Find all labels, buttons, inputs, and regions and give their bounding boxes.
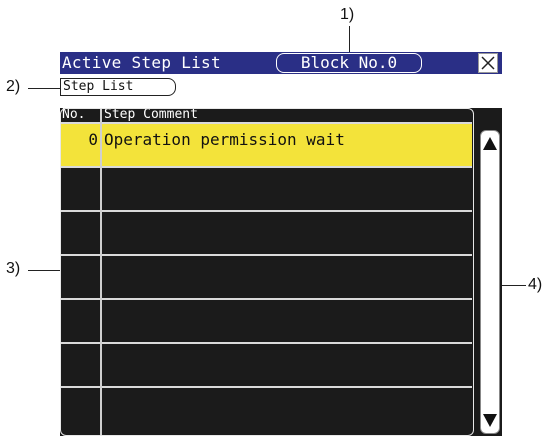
close-icon (481, 56, 495, 70)
step-table: No. Step Comment 0 Operation permission … (60, 108, 502, 436)
callout-2: 2) (6, 78, 21, 95)
table-row[interactable] (60, 166, 472, 210)
column-divider (100, 108, 102, 436)
callout-3-leader (28, 270, 60, 271)
callout-3: 3) (6, 260, 21, 277)
table-row[interactable] (60, 298, 472, 342)
table-row[interactable] (60, 386, 472, 430)
row-no: 0 (88, 130, 98, 149)
callout-2-leader (28, 88, 60, 89)
scroll-up-arrow-icon (483, 137, 497, 150)
callout-4-leader (502, 285, 526, 286)
scroll-up-button[interactable] (482, 133, 498, 155)
table-row[interactable]: 0 Operation permission wait (60, 122, 472, 166)
block-number-display: Block No.0 (276, 53, 422, 73)
header-no: No. (62, 107, 86, 122)
title-bar: Active Step List Block No.0 (60, 52, 502, 74)
table-row[interactable] (60, 210, 472, 254)
callout-1: 1) (340, 6, 355, 23)
step-list-tab[interactable]: Step List (60, 78, 176, 96)
active-step-list-window: Active Step List Block No.0 Step List No… (60, 52, 502, 436)
row-comment: Operation permission wait (104, 130, 345, 149)
scroll-down-button[interactable] (482, 409, 498, 431)
table-row[interactable] (60, 254, 472, 298)
scroll-down-arrow-icon (483, 414, 497, 427)
table-row[interactable] (60, 342, 472, 386)
window-title: Active Step List (62, 53, 221, 72)
callout-4: 4) (528, 276, 543, 293)
callout-1-leader (349, 26, 350, 52)
header-step-comment: Step Comment (104, 107, 198, 122)
close-button[interactable] (478, 53, 498, 73)
vertical-scrollbar[interactable] (480, 130, 500, 434)
table-header: No. Step Comment (60, 108, 472, 122)
